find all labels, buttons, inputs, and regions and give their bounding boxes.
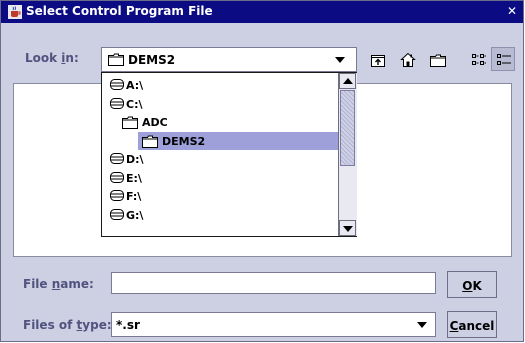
scroll-thumb[interactable] [340,90,355,166]
scroll-down-button[interactable] [339,220,356,236]
dropdown-item-label: ADC [142,116,168,129]
look-in-combobox[interactable]: DEMS2 [101,47,357,72]
title-bar[interactable]: Select Control Program File ✕ [1,1,523,23]
dropdown-item-label: G:\ [126,208,144,222]
look-in-dropdown-list[interactable]: A:\ C:\ ADC DEMS2 D:\ E:\ F:\ G:\ [101,72,357,237]
details-view-button[interactable] [491,47,515,71]
dropdown-item-label: F:\ [126,190,142,203]
dropdown-item-label: D:\ [126,153,144,166]
home-button[interactable] [395,47,419,71]
list-view-icon [472,54,486,65]
dropdown-item[interactable]: G:\ [102,206,338,224]
new-folder-button[interactable] [425,47,449,71]
dropdown-item[interactable]: F:\ [102,187,338,205]
files-of-type-value: *.sr [116,318,140,332]
window-title: Select Control Program File [26,4,213,18]
look-in-label: Look in: [25,51,79,65]
folder-icon [122,116,138,132]
details-view-icon [497,54,511,65]
drive-icon [110,208,124,223]
folder-icon [142,135,158,151]
dropdown-item[interactable]: E:\ [102,169,338,187]
dropdown-item[interactable]: ADC [102,113,338,131]
drive-icon [110,190,124,204]
list-view-button[interactable] [466,47,490,71]
dropdown-item-label: A:\ [126,79,144,92]
files-of-type-combobox[interactable]: *.sr [111,312,436,337]
up-one-level-icon [371,55,385,67]
file-name-input[interactable] [111,272,436,294]
dropdown-item[interactable]: D:\ [102,150,338,168]
cancel-button[interactable]: Cancel [447,311,497,338]
files-of-type-label: Files of type: [23,318,112,332]
scroll-up-icon [343,78,353,84]
drive-icon [110,79,124,93]
drive-icon [110,171,124,186]
look-in-value: DEMS2 [128,53,176,67]
home-icon [400,52,416,67]
folder-icon [108,53,124,66]
dropdown-item[interactable]: A:\ [102,76,338,94]
close-icon[interactable]: ✕ [507,4,517,18]
java-cup-icon [8,5,22,19]
dropdown-item-label: C:\ [126,97,143,111]
drive-icon [110,153,124,167]
scroll-up-button[interactable] [339,73,356,89]
scroll-down-icon [343,226,353,232]
dropdown-item-label: DEMS2 [162,134,206,148]
dropdown-item[interactable]: C:\ [102,95,338,113]
up-one-level-button[interactable] [365,47,389,71]
new-folder-icon [430,54,446,67]
file-name-label: File name: [23,277,94,291]
dropdown-item-label: E:\ [126,171,142,185]
file-chooser-dialog: Select Control Program File ✕ Look in: D… [0,0,524,342]
dropdown-scrollbar[interactable] [338,73,357,236]
drive-icon [110,97,124,112]
ok-button[interactable]: OK [447,271,497,298]
chevron-down-icon[interactable] [417,322,427,328]
chevron-down-icon[interactable] [335,57,345,63]
dropdown-item[interactable]: DEMS2 [138,131,338,151]
